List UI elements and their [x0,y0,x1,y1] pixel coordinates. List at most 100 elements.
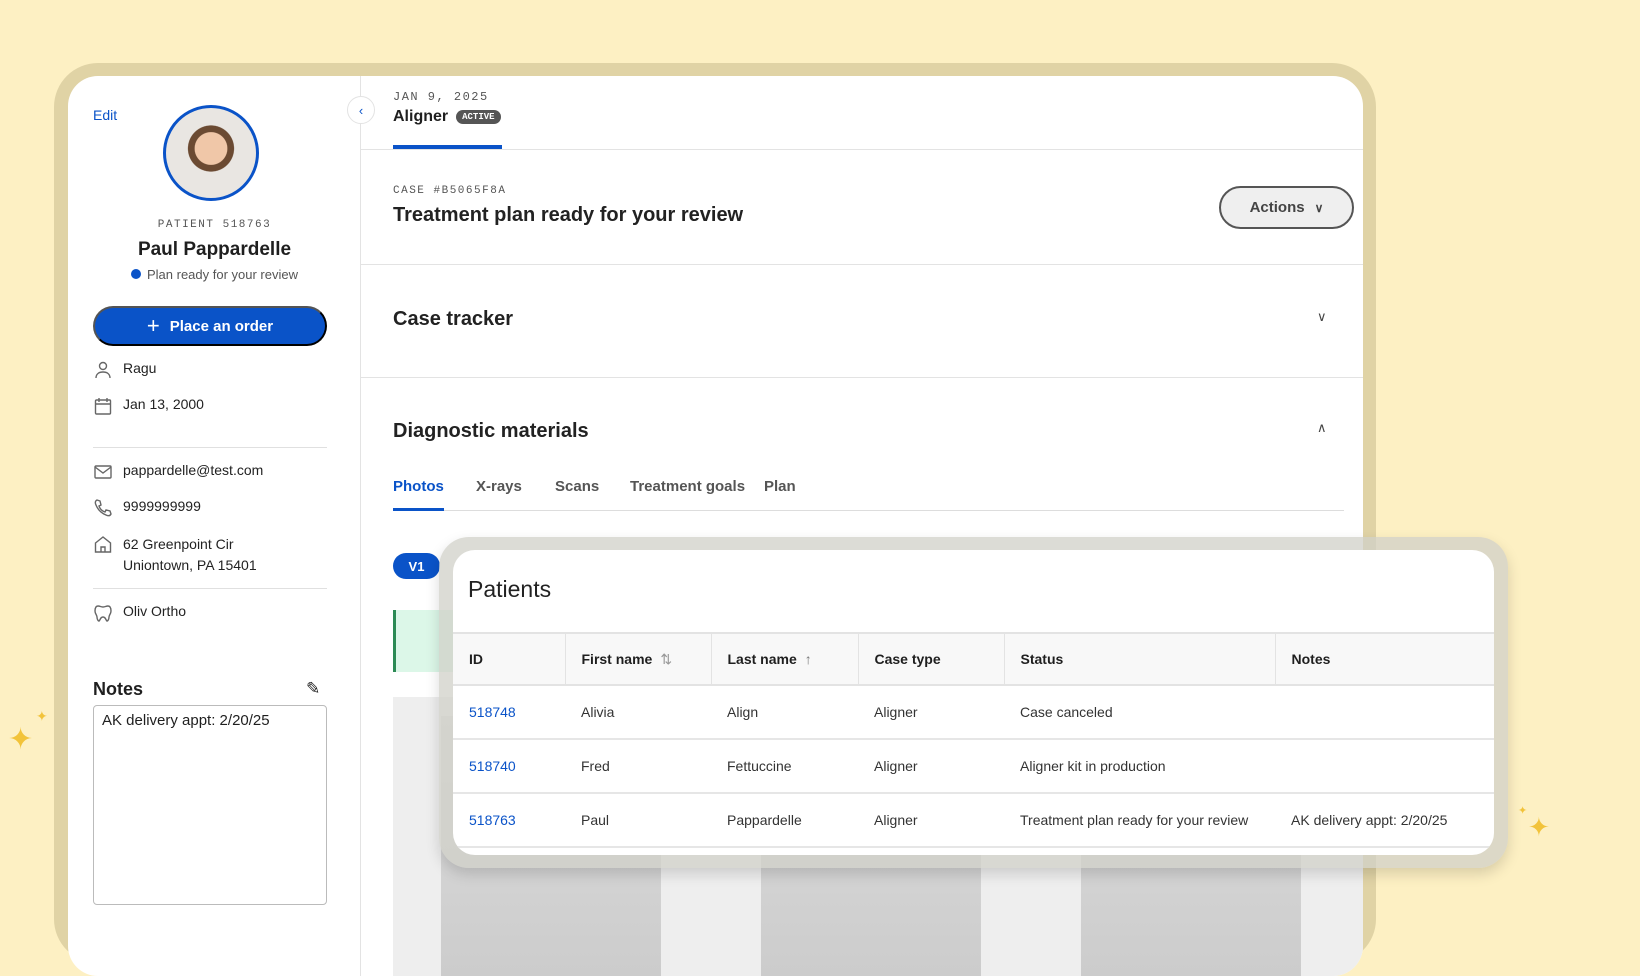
tabs-divider [393,510,1344,511]
tab-plan[interactable]: Plan [764,478,796,495]
patient-name: Paul Pappardelle [137,239,292,260]
case-type: Aligner [858,739,1004,794]
tooth-icon [94,605,112,622]
notes: AK delivery appt: 2/20/25 [1275,793,1494,848]
collapse-sidebar-button[interactable]: ‹ [347,96,375,124]
divider [361,149,1363,150]
status: Case canceled [1004,685,1275,740]
sparkle-icon: ✦ [1528,812,1550,842]
place-order-button[interactable]: + Place an order [93,306,327,346]
phone-text: 9999999999 [123,498,201,514]
col-last-name[interactable]: Last name ↑ [711,632,859,686]
table-row[interactable]: 518763 Paul Pappardelle Aligner Treatmen… [453,793,1494,848]
divider [93,447,327,448]
sparkle-icon: ✦ [8,723,34,756]
phone: 9999999999 [93,498,201,518]
practice: Oliv Ortho [93,603,186,623]
patients-table: ID First name ⇅ Last name ↑ Case type Stat… [453,632,1494,848]
sort-icon[interactable]: ⇅ [660,651,672,667]
address-text: 62 Greenpoint Cir Uniontown, PA 15401 [123,534,257,576]
email-text: pappardelle@test.com [123,462,264,478]
home-icon [94,536,112,553]
tab-treatment-goals[interactable]: Treatment goals [630,478,745,495]
patient-sidebar: Edit PATIENT 518763 Paul Pappardelle Pla… [68,76,361,976]
last-name: Align [711,685,858,740]
patient-id: PATIENT 518763 [157,219,272,231]
col-first-name-label: First name [581,650,653,667]
patient-id-link[interactable]: 518740 [453,739,565,794]
chevron-down-icon[interactable]: ∨ [1317,309,1327,325]
sparkle-icon: ✦ [1518,805,1528,817]
address-line1: 62 Greenpoint Cir [123,536,234,552]
chevron-down-icon: ∨ [1314,200,1324,215]
phone-icon [94,499,112,517]
person-icon [95,361,111,379]
col-id[interactable]: ID [453,632,566,686]
first-name: Alivia [565,685,711,740]
pencil-icon[interactable]: ✎ [306,679,320,699]
calendar-icon [94,398,112,415]
col-case-type[interactable]: Case type [858,632,1005,686]
table-header: ID First name ⇅ Last name ↑ Case type Stat… [453,632,1494,686]
chevron-left-icon: ‹ [358,102,364,118]
status: Aligner kit in production [1004,739,1275,794]
case-type: Aligner [858,685,1004,740]
col-last-name-label: Last name [727,651,797,667]
case-date: JAN 9, 2025 [393,90,489,104]
patients-table-card: Patients ID First name ⇅ Last name ↑ Case … [453,550,1494,855]
avatar [163,105,259,201]
notes [1275,739,1494,794]
dob-text: Jan 13, 2000 [123,396,204,412]
address-line2: Uniontown, PA 15401 [123,557,257,573]
first-name: Paul [565,793,711,848]
preferred-name-text: Ragu [123,360,157,376]
first-name: Fred [565,739,711,794]
col-notes[interactable]: Notes [1275,632,1494,686]
notes-textarea[interactable]: AK delivery appt: 2/20/25 [93,705,327,905]
patient-status: Plan ready for your review [68,267,361,282]
divider [361,264,1363,265]
chevron-up-icon[interactable]: ∧ [1317,420,1327,436]
notes [1275,685,1494,740]
status-badge: ACTIVE [456,110,501,124]
sparkle-icon: ✦ [36,708,48,724]
case-tab[interactable]: Aligner ACTIVE [393,108,501,126]
col-first-name[interactable]: First name ⇅ [565,632,712,686]
patient-id-link[interactable]: 518763 [453,793,565,848]
dob: Jan 13, 2000 [93,396,204,416]
case-type: Aligner [858,793,1004,848]
tab-underline [393,508,444,511]
tab-scans[interactable]: Scans [555,478,599,495]
patient-id-link[interactable]: 518748 [453,685,565,740]
case-id: CASE #B5065F8A [393,185,507,197]
tab-xrays[interactable]: X-rays [476,478,522,495]
notes-title: Notes [93,679,144,699]
place-order-label: Place an order [169,317,274,335]
email: pappardelle@test.com [93,462,263,482]
diagnostics-title: Diagnostic materials [393,420,589,442]
tab-photos[interactable]: Photos [393,478,444,495]
case-tracker-title[interactable]: Case tracker [393,308,513,331]
version-pill[interactable]: V1 [393,553,440,579]
patients-title: Patients [468,576,552,602]
mail-icon [94,465,112,479]
sort-ascending-icon[interactable]: ↑ [805,651,812,667]
preferred-name: Ragu [93,360,156,380]
table-row[interactable]: 518740 Fred Fettuccine Aligner Aligner k… [453,739,1494,794]
actions-button[interactable]: Actions ∨ [1219,186,1354,229]
case-title: Treatment plan ready for your review [393,204,744,226]
table-row[interactable]: 518748 Alivia Align Aligner Case cancele… [453,685,1494,740]
practice-text: Oliv Ortho [123,603,187,619]
status: Treatment plan ready for your review [1004,793,1275,848]
divider [93,588,327,589]
plus-icon: + [146,313,160,338]
last-name: Fettuccine [711,739,858,794]
divider [361,377,1363,378]
edit-link[interactable]: Edit [93,107,117,123]
case-type: Aligner [393,108,449,125]
status-text: Plan ready for your review [146,267,298,282]
col-status[interactable]: Status [1004,632,1276,686]
status-dot [130,269,141,279]
address: 62 Greenpoint Cir Uniontown, PA 15401 [93,534,257,576]
actions-label: Actions [1249,199,1305,216]
